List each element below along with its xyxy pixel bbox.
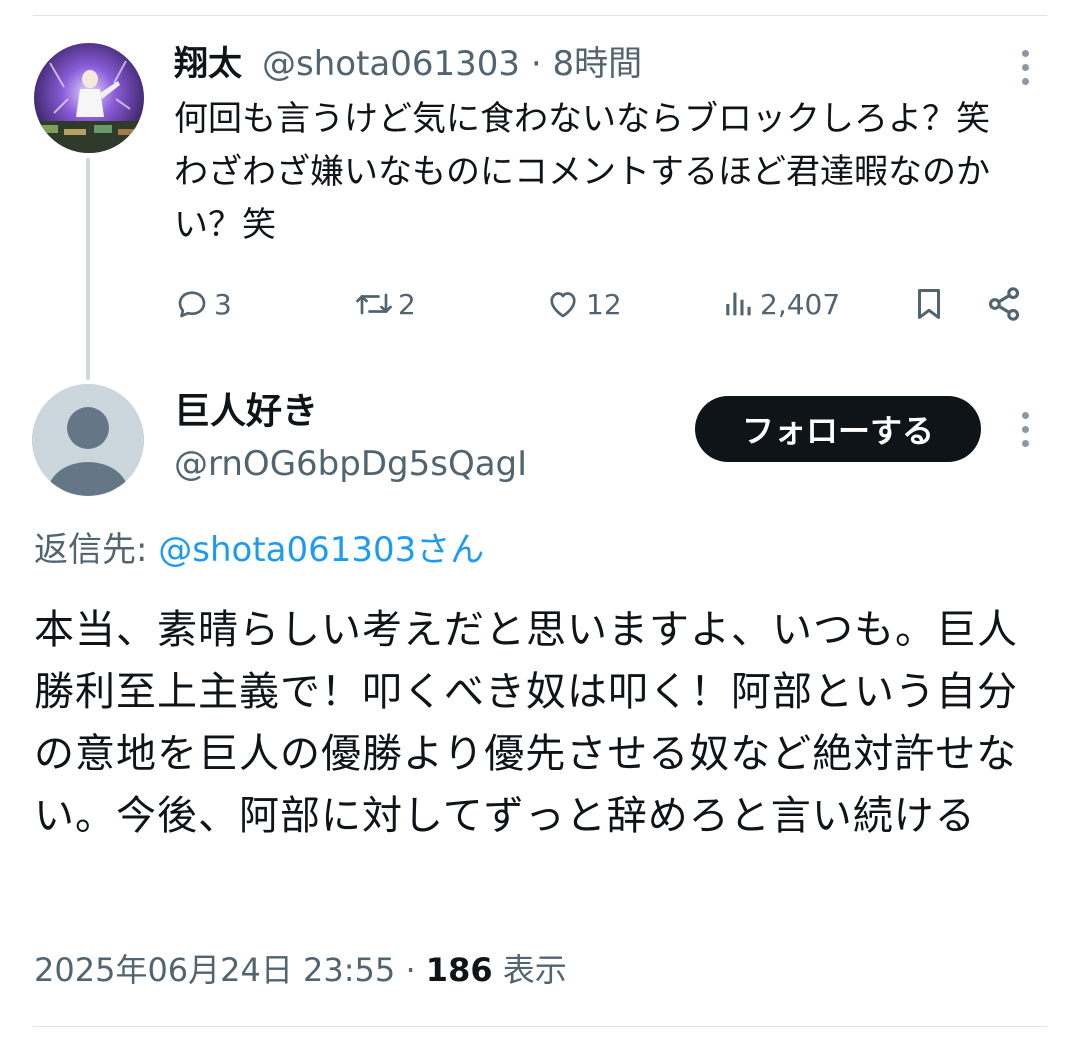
- parent-more-icon[interactable]: [1020, 50, 1030, 85]
- share-icon: [988, 287, 1020, 321]
- parent-time[interactable]: 8時間: [552, 44, 642, 84]
- views-count: 2,407: [760, 287, 841, 321]
- replying-to-mention[interactable]: @shota061303さん: [158, 530, 484, 570]
- reply-avatar[interactable]: [32, 384, 144, 496]
- replying-to: 返信先: @shota061303さん: [34, 530, 484, 570]
- tweet-meta: 2025年06月24日 23:55 · 186 表示: [34, 950, 567, 990]
- reply-button[interactable]: 3: [174, 282, 232, 326]
- like-count: 12: [586, 287, 622, 321]
- repost-count: 2: [398, 287, 416, 321]
- views-button[interactable]: 2,407: [722, 282, 840, 326]
- like-icon: [550, 292, 576, 318]
- bookmark-icon: [917, 289, 941, 319]
- reply-count: 3: [214, 287, 232, 321]
- bottom-divider: [33, 1026, 1047, 1027]
- reply-tweet-text: 本当、素晴らしい考えだと思いますよ、いつも。巨人勝利至上主義で！叩くべき奴は叩く…: [34, 607, 1018, 839]
- meta-separator: ·: [405, 951, 416, 989]
- bookmark-button[interactable]: [910, 282, 948, 326]
- tweet-date[interactable]: 2025年06月24日 23:55: [34, 951, 395, 989]
- parent-avatar[interactable]: [34, 43, 144, 153]
- top-divider: [33, 15, 1047, 16]
- views-icon: [726, 292, 751, 316]
- parent-handle-time: @shota061303 · 8時間: [262, 44, 642, 84]
- reply-more-icon[interactable]: [1020, 412, 1030, 447]
- default-avatar-icon: [32, 384, 144, 496]
- view-label: 表示: [492, 951, 567, 989]
- view-count: 186: [425, 951, 493, 989]
- thread-line: [86, 158, 90, 380]
- like-button[interactable]: 12: [544, 282, 622, 326]
- repost-icon: [356, 293, 392, 315]
- follow-button[interactable]: フォローする: [695, 396, 981, 462]
- reply-handle[interactable]: @rnOG6bpDg5sQagI: [174, 444, 527, 484]
- reply-author-name[interactable]: 巨人好き: [174, 392, 318, 432]
- repost-button[interactable]: 2: [354, 282, 416, 326]
- parent-author-name[interactable]: 翔太: [174, 44, 242, 84]
- reply-icon: [178, 291, 206, 318]
- parent-tweet-text: 何回も言うけど気に食わないならブロックしろよ？笑 わざわざ嫌いなものにコメントす…: [174, 99, 1024, 245]
- parent-handle[interactable]: @shota061303: [262, 44, 520, 84]
- replying-to-label: 返信先:: [34, 530, 159, 570]
- separator-dot: ·: [530, 44, 542, 84]
- share-button[interactable]: [984, 282, 1024, 326]
